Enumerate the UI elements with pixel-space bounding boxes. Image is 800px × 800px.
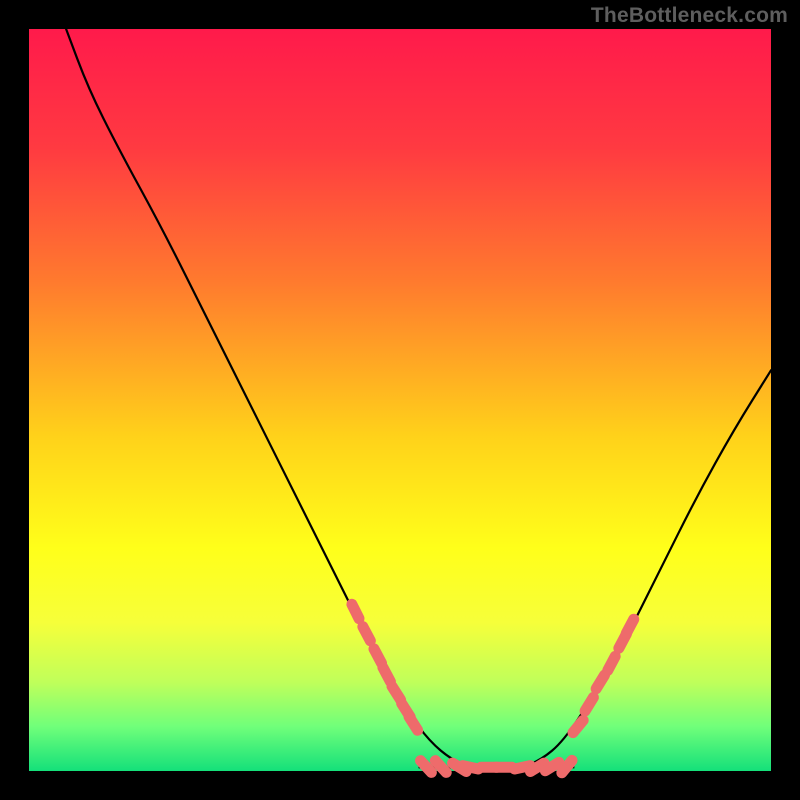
data-marker (608, 656, 615, 670)
chart-svg (0, 0, 800, 800)
chart-stage: TheBottleneck.com (0, 0, 800, 800)
data-marker (383, 667, 390, 681)
data-marker (352, 604, 359, 618)
data-marker (626, 619, 633, 633)
data-marker (545, 762, 559, 770)
data-marker (573, 720, 583, 732)
data-marker (585, 697, 593, 711)
data-marker (363, 627, 370, 641)
data-marker (392, 686, 401, 699)
data-marker (409, 717, 418, 730)
data-marker (596, 675, 604, 689)
plot-background (29, 29, 771, 771)
data-marker (562, 760, 572, 772)
watermark-label: TheBottleneck.com (591, 4, 788, 28)
data-marker (374, 649, 381, 663)
